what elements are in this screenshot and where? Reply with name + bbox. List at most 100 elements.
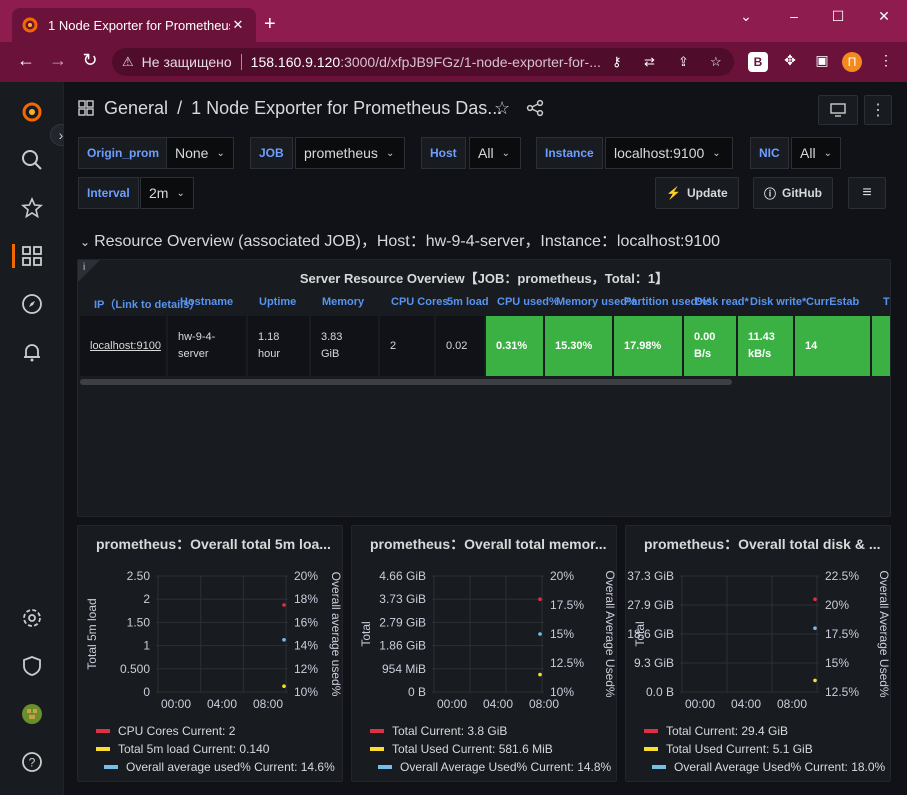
- series-point[interactable]: [813, 626, 817, 630]
- extensions-puzzle-icon[interactable]: ✥: [780, 52, 800, 72]
- legend-item[interactable]: Total Current: 3.8 GiB: [370, 724, 507, 738]
- legend-item[interactable]: Overall average used% Current: 14.6%: [104, 760, 335, 774]
- url-host: 158.160.9.120: [250, 54, 341, 70]
- key-icon[interactable]: ⚷: [612, 54, 622, 70]
- left-tick-label: 954 MiB: [382, 662, 426, 676]
- col-header-5m-load[interactable]: 5m load: [447, 296, 489, 308]
- share-dashboard-icon[interactable]: [526, 99, 544, 122]
- graph-title[interactable]: prometheus：Overall total disk & ...: [644, 534, 881, 554]
- var-select-nic[interactable]: All ⌄: [791, 137, 841, 169]
- tab-search-icon[interactable]: ⌄: [736, 8, 756, 25]
- dashboard-links-menu-icon[interactable]: ≡: [848, 177, 886, 209]
- grafana-logo-icon[interactable]: [20, 100, 44, 124]
- server-admin-shield-icon[interactable]: [20, 654, 44, 678]
- github-button[interactable]: ⓘ GitHub: [753, 177, 834, 209]
- legend-item[interactable]: Overall Average Used% Current: 18.0%: [652, 760, 885, 774]
- series-point[interactable]: [282, 638, 286, 642]
- back-icon[interactable]: ←: [14, 50, 38, 71]
- legend-item[interactable]: Total Used Current: 5.1 GiB: [644, 742, 813, 756]
- window-close-icon[interactable]: ✕: [874, 8, 894, 25]
- cell-uptime: 1.18 hour: [248, 316, 309, 376]
- forward-icon[interactable]: →: [46, 50, 70, 71]
- extension-b-icon[interactable]: B: [748, 52, 768, 72]
- legend-swatch: [370, 747, 384, 751]
- legend-item[interactable]: Total Current: 29.4 GiB: [644, 724, 788, 738]
- reload-icon[interactable]: ↻: [78, 50, 102, 71]
- user-avatar[interactable]: [20, 702, 44, 726]
- explore-compass-icon[interactable]: [20, 292, 44, 316]
- favorite-star-icon[interactable]: ☆: [494, 99, 510, 117]
- tab-close-icon[interactable]: ✕: [230, 17, 246, 33]
- server-resource-overview-panel: i Server Resource Overview【JOB：prometheu…: [77, 259, 891, 517]
- left-tick-label: 37.3 GiB: [627, 569, 674, 583]
- security-label: Не защищено: [141, 54, 232, 70]
- col-header-cpu-used[interactable]: CPU used%: [497, 296, 559, 308]
- profile-avatar[interactable]: П: [842, 52, 862, 72]
- new-tab-icon[interactable]: +: [264, 14, 276, 34]
- series-point[interactable]: [282, 603, 286, 607]
- legend-item[interactable]: CPU Cores Current: 2: [96, 724, 235, 738]
- var-select-instance[interactable]: localhost:9100 ⌄: [605, 137, 733, 169]
- graph-canvas: 37.3 GiB27.9 GiB18.6 GiB9.3 GiB0.0 B22.5…: [627, 569, 891, 711]
- legend-text: CPU Cores Current: 2: [118, 724, 236, 738]
- row-title[interactable]: ⌄ Resource Overview (associated JOB)，Host…: [80, 227, 720, 251]
- right-tick-label: 17.5%: [825, 627, 859, 641]
- series-point[interactable]: [538, 672, 542, 677]
- horizontal-scrollbar-thumb[interactable]: [80, 379, 732, 385]
- maximize-icon[interactable]: ☐: [828, 8, 848, 25]
- address-bar[interactable]: ⚠ Не защищено 158.160.9.120:3000/d/xfpJB…: [112, 48, 734, 76]
- share-icon[interactable]: ⇪: [678, 54, 689, 70]
- dashboards-icon[interactable]: [20, 244, 44, 268]
- bookmark-star-icon[interactable]: ☆: [710, 54, 722, 70]
- left-tick-label: 0.500: [120, 662, 150, 676]
- graph-title[interactable]: prometheus：Overall total memor...: [370, 534, 607, 554]
- series-point[interactable]: [538, 597, 542, 601]
- graph-title[interactable]: prometheus：Overall total 5m loa...: [96, 534, 331, 554]
- col-header-cpu-cores[interactable]: CPU Cores: [391, 296, 448, 308]
- series-point[interactable]: [282, 684, 286, 688]
- series-point[interactable]: [538, 632, 542, 636]
- search-icon[interactable]: [20, 148, 44, 172]
- cell-ip[interactable]: localhost:9100: [80, 316, 166, 376]
- cell-hostname: hw-9-4-server: [168, 316, 246, 376]
- browser-tab[interactable]: 1 Node Exporter for Prometheus ✕: [12, 8, 256, 42]
- dashboard-title[interactable]: 1 Node Exporter for Prometheus Das...: [191, 98, 502, 118]
- legend-item[interactable]: Total Used Current: 581.6 MiB: [370, 742, 553, 756]
- var-select-host[interactable]: All ⌄: [469, 137, 521, 169]
- var-select-interval[interactable]: 2m ⌄: [140, 177, 194, 209]
- legend-item[interactable]: Overall Average Used% Current: 14.8%: [378, 760, 611, 774]
- minimize-icon[interactable]: –: [784, 8, 804, 24]
- col-header-truncated[interactable]: T: [883, 296, 890, 308]
- warning-icon[interactable]: ⚠: [122, 54, 134, 70]
- cell-truncated: [872, 316, 890, 376]
- col-header-disk-write[interactable]: Disk write*: [750, 296, 806, 308]
- update-button[interactable]: ⚡ Update: [655, 177, 739, 209]
- chevron-down-icon: ⌄: [385, 147, 395, 159]
- legend-swatch: [96, 747, 110, 751]
- more-options-icon[interactable]: ⋮: [864, 95, 892, 125]
- var-select-job[interactable]: prometheus ⌄: [295, 137, 405, 169]
- ip-link[interactable]: localhost:9100: [90, 338, 161, 355]
- series-point[interactable]: [813, 597, 817, 601]
- browser-menu-icon[interactable]: ⋮: [876, 52, 896, 72]
- col-header-hostname[interactable]: Hostname: [180, 296, 233, 308]
- panel-title[interactable]: Server Resource Overview【JOB：prometheus，…: [78, 268, 890, 287]
- alerting-bell-icon[interactable]: [20, 340, 44, 364]
- side-panel-icon[interactable]: ▣: [812, 52, 832, 72]
- col-header-memory[interactable]: Memory: [322, 296, 364, 308]
- col-header-curr-estab[interactable]: CurrEstab: [806, 296, 859, 308]
- row-collapse-chevron-icon[interactable]: ⌄: [80, 235, 90, 249]
- chevron-down-icon: ⌄: [216, 147, 225, 159]
- var-label-job: JOB: [250, 137, 293, 169]
- settings-gear-icon[interactable]: [20, 606, 44, 630]
- col-header-uptime[interactable]: Uptime: [259, 296, 296, 308]
- col-header-disk-read[interactable]: Disk read*: [695, 296, 749, 308]
- tv-mode-button[interactable]: [818, 95, 858, 125]
- translate-icon[interactable]: ⇄: [644, 54, 655, 70]
- help-icon[interactable]: ?: [20, 750, 44, 774]
- var-select-origin-prom[interactable]: None ⌄: [166, 137, 234, 169]
- starred-icon[interactable]: [20, 196, 44, 220]
- breadcrumb-folder[interactable]: General: [104, 98, 168, 118]
- series-point[interactable]: [813, 678, 817, 683]
- legend-item[interactable]: Total 5m load Current: 0.140: [96, 742, 269, 756]
